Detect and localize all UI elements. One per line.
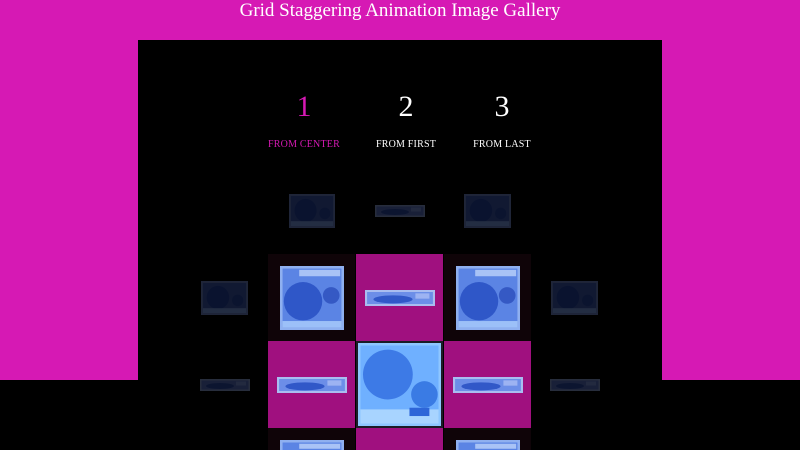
grid-cell[interactable] [181,254,268,341]
grid-cell[interactable] [268,341,355,428]
grid-cell[interactable] [268,254,355,341]
gallery-image-icon [453,377,523,393]
gallery-image-icon [456,440,520,450]
grid-cell[interactable] [356,254,443,341]
gallery-image-icon [289,194,335,228]
gallery-image-icon [375,205,425,217]
gallery-image-icon [464,194,511,228]
grid-cell[interactable] [444,428,531,450]
grid-cell[interactable] [531,341,618,428]
grid-cell[interactable] [181,341,268,428]
grid-cell[interactable] [356,428,443,450]
grid-cell[interactable] [444,167,531,254]
gallery-image-icon [456,266,520,330]
image-grid [0,0,800,450]
grid-cell-center[interactable] [356,341,443,428]
gallery-image-icon [365,290,435,306]
grid-cell[interactable] [444,254,531,341]
grid-cell[interactable] [268,428,355,450]
gallery-image-icon [551,281,598,315]
gallery-image-icon [280,266,344,330]
gallery-image-icon [358,343,441,426]
grid-cell[interactable] [531,254,618,341]
gallery-image-icon [550,379,600,391]
grid-cell[interactable] [356,167,443,254]
gallery-image-icon [277,377,347,393]
grid-cell[interactable] [268,167,355,254]
grid-cell[interactable] [444,341,531,428]
gallery-image-icon [200,379,250,391]
gallery-image-icon [201,281,248,315]
gallery-image-icon [280,440,344,450]
